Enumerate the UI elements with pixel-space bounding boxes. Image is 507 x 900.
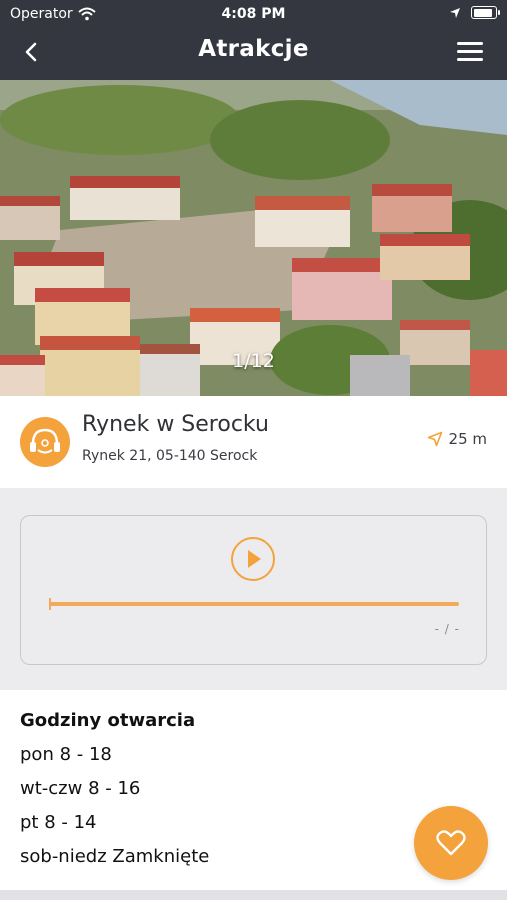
heart-outline-icon <box>436 830 466 856</box>
navigation-arrow-icon <box>427 431 442 447</box>
opening-hours-row: pt 8 - 14 <box>20 812 97 833</box>
audio-guide-logo-icon <box>20 417 70 467</box>
gallery-counter: 1/12 <box>232 350 275 372</box>
audio-player: - / - <box>20 515 487 665</box>
status-time: 4:08 PM <box>221 6 286 22</box>
opening-hours-row: wt-czw 8 - 16 <box>20 778 141 799</box>
attraction-name: Rynek w Serocku <box>82 412 269 437</box>
town-square-aerial-image <box>0 80 507 396</box>
distance-indicator: 25 m <box>427 430 487 448</box>
opening-hours-row: pon 8 - 18 <box>20 744 112 765</box>
favorite-button[interactable] <box>414 806 488 880</box>
attraction-photo[interactable]: 1/12 <box>0 80 507 396</box>
opening-hours-row: sob-niedz Zamknięte <box>20 846 210 867</box>
audio-progress-bar[interactable] <box>49 602 459 606</box>
status-bar: Operator 4:08 PM <box>0 0 507 28</box>
audio-duration: - / - <box>434 622 460 636</box>
opening-hours-heading: Godziny otwarcia <box>20 710 196 731</box>
play-button[interactable] <box>231 537 275 581</box>
attraction-info-card: Rynek w Serocku Rynek 21, 05-140 Serock … <box>0 396 507 488</box>
top-bar: Operator 4:08 PM Atrakcje <box>0 0 507 80</box>
attraction-address: Rynek 21, 05-140 Serock <box>82 448 258 464</box>
battery-icon <box>471 6 500 19</box>
page-title: Atrakcje <box>198 36 309 62</box>
location-arrow-icon <box>450 7 460 18</box>
distance-value: 25 m <box>448 430 487 448</box>
navigation-bar: Atrakcje <box>0 30 507 74</box>
bottom-divider <box>0 890 507 900</box>
play-icon <box>248 550 261 568</box>
hamburger-menu-icon[interactable] <box>457 40 485 64</box>
